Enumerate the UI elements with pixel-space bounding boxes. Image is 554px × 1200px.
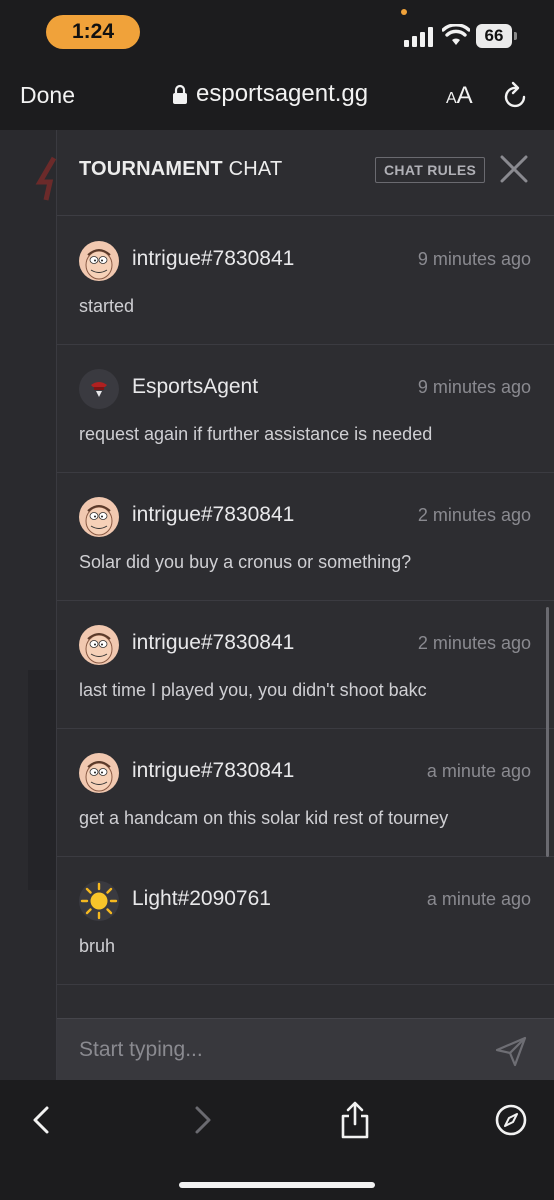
chat-rules-button[interactable]: CHAT RULES: [375, 157, 486, 183]
chat-header: TOURNAMENT CHAT CHAT RULES: [57, 130, 554, 216]
battery-level: 66: [476, 24, 512, 48]
status-time: 1:24: [46, 15, 140, 49]
share-icon[interactable]: [337, 1100, 373, 1140]
cartoon-face-avatar[interactable]: [79, 625, 119, 665]
chat-title: TOURNAMENT CHAT: [79, 158, 282, 181]
send-icon[interactable]: [493, 1033, 529, 1069]
chat-message: EsportsAgent 9 minutes ago request again…: [57, 345, 554, 473]
url-text: esportsagent.gg: [196, 80, 369, 107]
battery-nub: [514, 32, 517, 40]
compass-icon[interactable]: [493, 1100, 529, 1140]
background-card: [28, 670, 58, 890]
message-text: started: [79, 296, 135, 316]
text-size-small-glyph: A: [446, 90, 457, 107]
tournament-chat-panel: TOURNAMENT CHAT CHAT RULES intrigue#7830…: [56, 130, 554, 1081]
cartoon-face-avatar[interactable]: [79, 753, 119, 793]
done-button[interactable]: Done: [20, 82, 75, 109]
message-text: Solar did you buy a cronus or something?: [79, 552, 412, 572]
message-username[interactable]: intrigue#7830841: [132, 247, 294, 271]
privacy-indicator-dot: [401, 9, 407, 15]
esportsagent-logo-avatar[interactable]: [79, 369, 119, 409]
message-username[interactable]: EsportsAgent: [132, 375, 258, 399]
lock-icon: [173, 84, 187, 104]
browser-toolbar: Done esportsagent.gg AA: [0, 62, 554, 130]
chat-message: intrigue#7830841 9 minutes ago started: [57, 217, 554, 345]
message-text: request again if further assistance is n…: [79, 424, 433, 444]
home-indicator: [179, 1182, 375, 1188]
scrollbar-thumb[interactable]: [546, 607, 549, 857]
message-list[interactable]: intrigue#7830841 9 minutes ago started E…: [57, 217, 554, 1017]
chat-input-bar: [57, 1018, 554, 1081]
chat-message: Light#2090761 a minute ago bruh: [57, 857, 554, 985]
chat-title-bold: TOURNAMENT: [79, 158, 223, 180]
message-timestamp: 9 minutes ago: [417, 377, 531, 397]
message-timestamp: a minute ago: [426, 761, 531, 781]
message-username[interactable]: intrigue#7830841: [132, 503, 294, 527]
chat-message: intrigue#7830841 a minute ago get a hand…: [57, 729, 554, 857]
cellular-signal-icon: [404, 27, 433, 47]
cartoon-face-avatar[interactable]: [79, 497, 119, 537]
message-timestamp: 9 minutes ago: [417, 249, 531, 269]
chat-title-rest: CHAT: [228, 158, 283, 180]
message-timestamp: 2 minutes ago: [417, 505, 531, 525]
address-bar[interactable]: esportsagent.gg: [172, 80, 368, 108]
text-size-button[interactable]: AA: [446, 82, 473, 110]
chat-message-input[interactable]: [57, 1019, 477, 1081]
forward-icon[interactable]: [184, 1100, 220, 1140]
message-text: last time I played you, you didn't shoot…: [79, 680, 427, 700]
reload-icon[interactable]: [502, 80, 530, 110]
message-username[interactable]: intrigue#7830841: [132, 631, 294, 655]
cartoon-face-avatar[interactable]: [79, 241, 119, 281]
back-icon[interactable]: [24, 1100, 60, 1140]
browser-bottom-toolbar: [0, 1080, 554, 1200]
battery-indicator: 66: [476, 24, 518, 48]
message-username[interactable]: intrigue#7830841: [132, 759, 294, 783]
message-text: bruh: [79, 936, 116, 956]
chat-message: intrigue#7830841 2 minutes ago Solar did…: [57, 473, 554, 601]
text-size-large-glyph: A: [456, 82, 473, 109]
chat-message: intrigue#7830841 2 minutes ago last time…: [57, 601, 554, 729]
close-icon[interactable]: [499, 154, 529, 184]
message-username[interactable]: Light#2090761: [132, 887, 271, 911]
message-text: get a handcam on this solar kid rest of …: [79, 808, 449, 828]
sun-avatar[interactable]: [79, 881, 119, 921]
message-timestamp: 2 minutes ago: [417, 633, 531, 653]
message-timestamp: a minute ago: [426, 889, 531, 909]
status-bar: 1:24 66: [0, 0, 554, 62]
wifi-icon: [442, 24, 470, 45]
